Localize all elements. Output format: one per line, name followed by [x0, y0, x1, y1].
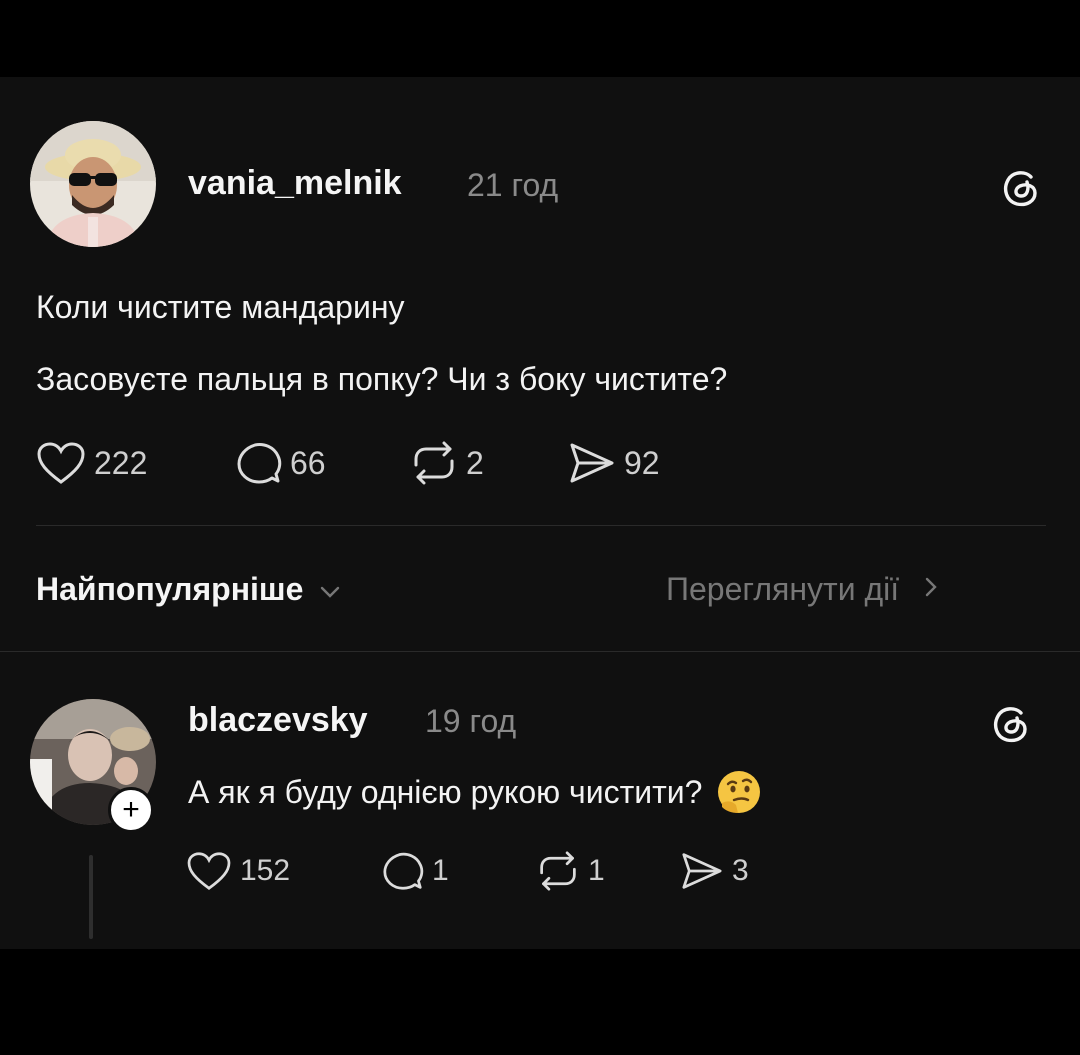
- reply-like-button[interactable]: 152: [186, 851, 290, 891]
- post-text-line-1: Коли чистите мандарину: [36, 289, 405, 325]
- comment-button[interactable]: 66: [236, 441, 326, 485]
- follow-button[interactable]: +: [108, 787, 154, 833]
- post-time: 21 год: [467, 167, 559, 203]
- share-button[interactable]: 92: [568, 441, 660, 485]
- reply-like-count: 152: [240, 854, 291, 887]
- share-count: 92: [624, 444, 660, 481]
- divider: [36, 525, 1046, 526]
- reply-time: 19 год: [425, 703, 517, 739]
- threads-icon[interactable]: [1000, 167, 1042, 214]
- share-icon: [570, 443, 614, 483]
- like-count: 222: [94, 444, 148, 481]
- reply-username[interactable]: blaczevsky: [188, 701, 368, 740]
- repost-icon: [414, 441, 454, 485]
- comment-icon: [383, 852, 424, 890]
- reply-comment-button[interactable]: 1: [382, 851, 449, 891]
- sort-label: Найпопулярніше: [36, 571, 304, 607]
- view-activity-link[interactable]: Переглянути дії: [666, 571, 940, 608]
- sort-dropdown[interactable]: Найпопулярніше: [36, 571, 342, 608]
- avatar[interactable]: [30, 121, 156, 247]
- comment-count: 66: [290, 444, 326, 481]
- comment-icon: [237, 443, 282, 484]
- divider: [0, 651, 1080, 652]
- share-icon: [682, 853, 722, 889]
- repost-button[interactable]: 2: [410, 441, 484, 485]
- post-text-line-2: Засовуєте пальця в попку? Чи з боку чист…: [36, 361, 728, 397]
- chevron-right-icon: [925, 577, 937, 597]
- reply-text: А як я буду однією рукою чистити? 🤔: [188, 769, 762, 815]
- reply-share-count: 3: [732, 854, 749, 887]
- reply-repost-count: 1: [588, 854, 605, 887]
- view-activity-label: Переглянути дії: [666, 571, 900, 607]
- thinking-face-emoji-graphic: [718, 771, 761, 813]
- heart-icon: [37, 442, 85, 484]
- threads-icon[interactable]: [990, 703, 1032, 750]
- thread-card: vania_melnik 21 год Коли чистите мандари…: [0, 77, 1080, 949]
- reply-comment-count: 1: [432, 854, 449, 887]
- reply-share-button[interactable]: 3: [680, 851, 749, 891]
- reply-text-content: А як я буду однією рукою чистити?: [188, 773, 703, 810]
- reply-repost-button[interactable]: 1: [536, 851, 605, 891]
- post-username[interactable]: vania_melnik: [188, 164, 402, 203]
- plus-icon: +: [122, 793, 140, 826]
- repost-count: 2: [466, 444, 484, 481]
- like-button[interactable]: 222: [36, 441, 147, 485]
- thread-line: [89, 855, 93, 939]
- heart-icon: [187, 852, 231, 890]
- chevron-down-icon: [321, 586, 340, 598]
- repost-icon: [540, 851, 576, 891]
